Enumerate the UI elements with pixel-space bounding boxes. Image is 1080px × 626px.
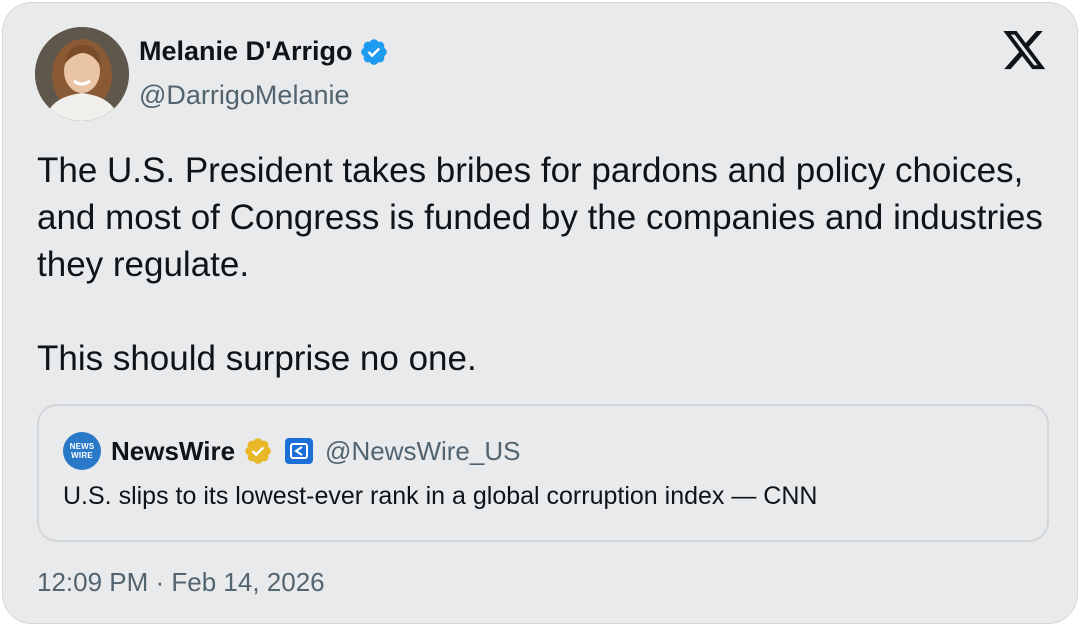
author-name-text: Melanie D'Arrigo (139, 36, 353, 66)
newswire-avatar[interactable]: NEWS WIRE (63, 432, 101, 470)
tweet-text-paragraph-2: This should surprise no one. (37, 339, 477, 378)
quoted-author-handle[interactable]: @NewsWire_US (325, 436, 520, 467)
tweet-text-paragraph-1: The U.S. President takes bribes for pard… (37, 151, 1043, 284)
gold-verified-badge-icon (243, 436, 273, 466)
newswire-avatar-line1: NEWS (69, 442, 95, 451)
quoted-tweet-text: U.S. slips to its lowest-ever rank in a … (63, 482, 818, 510)
affiliation-icon[interactable] (285, 438, 314, 464)
author-avatar[interactable] (35, 27, 129, 121)
quoted-tweet-header: NEWS WIRE NewsWire @NewsWire_US (63, 432, 520, 470)
quoted-author-name[interactable]: NewsWire (111, 436, 235, 467)
newswire-avatar-line2: WIRE (71, 451, 93, 460)
tweet-timestamp[interactable]: 12:09 PM · Feb 14, 2026 (37, 567, 325, 598)
tweet-card: Melanie D'Arrigo @DarrigoMelanie The U.S… (2, 2, 1078, 624)
quoted-tweet[interactable]: NEWS WIRE NewsWire @NewsWire_US U.S. sli… (37, 404, 1049, 542)
author-handle[interactable]: @DarrigoMelanie (139, 80, 350, 111)
tweet-body: The U.S. President takes bribes for pard… (37, 147, 1047, 382)
author-name[interactable]: Melanie D'Arrigo (139, 36, 389, 67)
verified-badge-icon (359, 37, 389, 67)
x-logo-icon[interactable] (1003, 31, 1047, 71)
